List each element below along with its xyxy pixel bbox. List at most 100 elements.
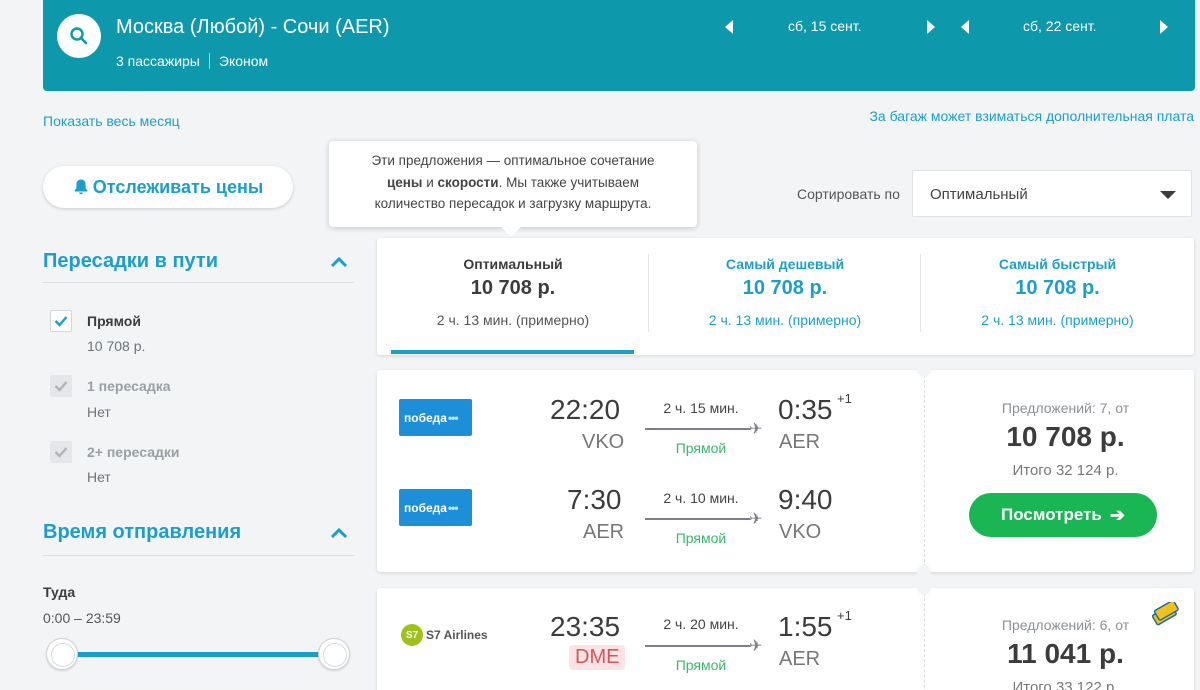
- sort-value: Оптимальный: [930, 186, 1028, 203]
- bell-icon: [73, 178, 89, 196]
- optimal-tooltip: Эти предложения — оптимальное сочетание …: [329, 141, 697, 237]
- view-offer-label: Посмотреть: [1001, 505, 1102, 524]
- stop-option-label: 2+ пересадки: [87, 444, 180, 460]
- arrival-airport: AER: [779, 648, 821, 670]
- departure-airport: VKO: [582, 431, 625, 453]
- airline-name: победа: [404, 500, 447, 515]
- airline-logo: S7 S7 Airlines: [401, 624, 488, 646]
- view-offer-button[interactable]: Посмотреть ➔: [969, 493, 1157, 537]
- tab-duration: 2 ч. 13 мин. (примерно): [436, 312, 590, 328]
- next-day-marker: +1: [837, 608, 852, 623]
- sort-tabs: Оптимальный 10 708 р. 2 ч. 13 мин. (прим…: [377, 238, 1194, 355]
- sort-label: Сортировать по: [797, 186, 900, 202]
- flight-duration: 2 ч. 15 мин.: [663, 400, 739, 416]
- tab-cheapest[interactable]: Самый дешевый 10 708 р. 2 ч. 13 мин. (пр…: [649, 238, 921, 355]
- checkbox-direct[interactable]: [50, 310, 72, 332]
- check-icon: [54, 447, 68, 458]
- arrival-time: 9:40: [778, 484, 833, 515]
- divider: [43, 282, 354, 283]
- next-date-there-arrow-icon[interactable]: [927, 20, 935, 34]
- departure-airport-changed: DME: [569, 645, 626, 670]
- flight-type: Прямой: [675, 440, 727, 456]
- search-icon: [70, 27, 88, 45]
- flight-type: Прямой: [675, 530, 727, 546]
- check-icon: [54, 381, 68, 392]
- arrival-time: 1:55: [778, 611, 833, 642]
- tab-label: Самый быстрый: [998, 256, 1117, 272]
- tooltip-line: Эти предложения — оптимальное сочетание: [371, 153, 655, 168]
- active-tab-indicator: [391, 350, 634, 354]
- check-icon: [54, 316, 68, 327]
- flight-type: Прямой: [675, 657, 727, 673]
- there-range: 0:00 – 23:59: [43, 610, 121, 626]
- date-back[interactable]: сб, 22 сент.: [1023, 18, 1097, 40]
- tab-price: 10 708 р.: [742, 277, 828, 299]
- arrival-airport: VKO: [779, 521, 822, 543]
- baggage-fee-link[interactable]: За багаж может взиматься дополнительная …: [869, 108, 1194, 124]
- ticket-notch: [917, 581, 931, 595]
- tab-label: Оптимальный: [463, 256, 563, 272]
- ticket-total: Итого 32 124 р.: [1012, 462, 1119, 479]
- ticket-notch: [917, 565, 931, 579]
- departure-slider-track[interactable]: [62, 652, 334, 657]
- stop-option-price: Нет: [87, 469, 111, 485]
- departure-time: 22:20: [550, 394, 621, 425]
- next-date-back-arrow-icon[interactable]: [1160, 20, 1168, 34]
- prev-date-back-arrow-icon[interactable]: [961, 20, 969, 34]
- ticket-total: Итого 33 122 р.: [1012, 679, 1119, 690]
- chevron-up-icon[interactable]: [330, 527, 348, 539]
- route-line: [645, 428, 750, 430]
- arrival-time: 0:35: [778, 394, 833, 425]
- divider: [924, 370, 925, 572]
- show-month-link[interactable]: Показать весь месяц: [43, 113, 180, 129]
- search-bar[interactable]: Москва (Любой) - Сочи (AER) 3 пассажиры …: [43, 0, 1195, 91]
- ticket-card[interactable]: S7 S7 Airlines 23:35 DME 2 ч. 20 мин. ✈ …: [377, 581, 1194, 690]
- travel-class: Эконом: [218, 53, 269, 69]
- route-line: [645, 645, 750, 647]
- divider: [43, 555, 354, 556]
- search-details[interactable]: 3 пассажиры Эконом: [116, 53, 268, 69]
- prev-date-there-arrow-icon[interactable]: [725, 20, 733, 34]
- arrival-airport: AER: [779, 431, 821, 453]
- checkbox-two-plus-stops: [50, 441, 72, 463]
- s7-logo-icon: S7: [401, 624, 423, 646]
- ticket-notch: [917, 363, 931, 377]
- flight-duration: 2 ч. 10 мин.: [663, 490, 739, 506]
- there-label: Туда: [43, 584, 76, 600]
- ticket-card[interactable]: победа ••• 22:20 VKO 2 ч. 15 мин. ✈ Прямо…: [377, 363, 1194, 579]
- slider-max-handle[interactable]: [318, 638, 350, 670]
- stop-option-label: 1 пересадка: [87, 378, 171, 394]
- passengers-count: 3 пассажиры: [116, 53, 200, 69]
- departure-filter-title[interactable]: Время отправления: [43, 521, 241, 544]
- tab-price: 10 708 р.: [1015, 277, 1100, 299]
- chevron-up-icon[interactable]: [330, 256, 348, 268]
- flight-duration: 2 ч. 20 мин.: [663, 616, 739, 632]
- stop-option-price: 10 708 р.: [87, 338, 146, 354]
- airline-name: S7 Airlines: [426, 628, 488, 642]
- slider-min-handle[interactable]: [46, 638, 78, 670]
- stop-option-price: Нет: [87, 404, 111, 420]
- tab-optimal[interactable]: Оптимальный 10 708 р. 2 ч. 13 мин. (прим…: [377, 238, 649, 355]
- route-title[interactable]: Москва (Любой) - Сочи (AER): [116, 16, 390, 39]
- sort-select[interactable]: Оптимальный: [912, 170, 1192, 217]
- divider: [924, 588, 925, 690]
- departure-time: 7:30: [567, 484, 622, 515]
- divider: [208, 53, 210, 69]
- departure-airport: AER: [583, 521, 625, 543]
- next-day-marker: +1: [837, 391, 852, 406]
- arrow-right-icon: ➔: [1109, 504, 1125, 525]
- search-button[interactable]: [57, 14, 101, 58]
- checkbox-one-stop: [50, 375, 72, 397]
- ticket-price: 10 708 р.: [1006, 421, 1125, 452]
- stop-option-label[interactable]: Прямой: [87, 313, 141, 329]
- tooltip-line: цены и скорости. Мы также учитываем: [386, 174, 640, 190]
- track-prices-button[interactable]: Отслеживать цены: [43, 166, 293, 208]
- departure-time: 23:35: [550, 611, 621, 642]
- track-prices-label: Отслеживать цены: [92, 176, 264, 197]
- offers-count: Предложений: 6, от: [1001, 617, 1130, 633]
- date-there[interactable]: сб, 15 сент.: [788, 18, 862, 40]
- tab-fastest[interactable]: Самый быстрый 10 708 р. 2 ч. 13 мин. (пр…: [921, 238, 1194, 355]
- airline-logo: победа •••: [399, 489, 472, 526]
- offers-count: Предложений: 7, от: [1001, 400, 1130, 416]
- stops-filter-title[interactable]: Пересадки в пути: [43, 250, 218, 273]
